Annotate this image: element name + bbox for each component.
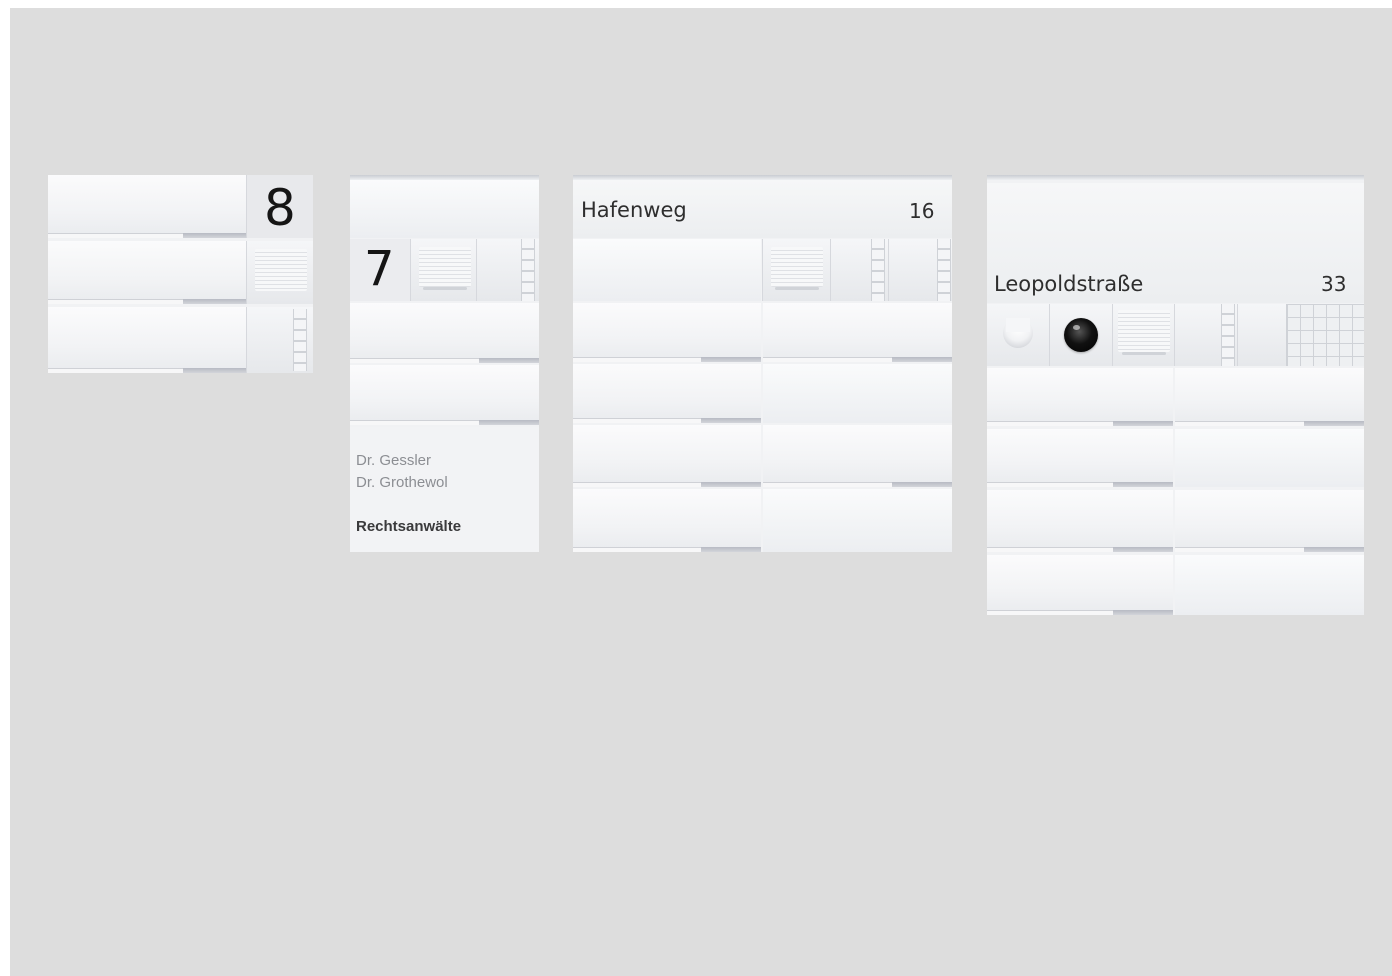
nameplate-3[interactable] (48, 307, 246, 373)
keypad-module (1174, 304, 1237, 366)
nameplate-1[interactable] (350, 303, 539, 363)
keypad-icon (937, 239, 951, 301)
keypad-grid-module (1237, 304, 1364, 366)
house-number: 8 (264, 179, 296, 237)
doorbell-panel-8: 8 (48, 175, 313, 373)
house-number: 33 (1321, 272, 1347, 296)
speaker-grille-icon (255, 249, 307, 291)
bell-button-r3[interactable] (1303, 547, 1364, 552)
nameplate-r1[interactable] (763, 303, 952, 362)
bell-button-l1[interactable] (1113, 421, 1173, 426)
nameplate-2[interactable] (350, 365, 539, 425)
keypad-icon (521, 239, 535, 301)
nameplate-l3[interactable] (573, 425, 761, 487)
bell-button-l4[interactable] (1113, 610, 1173, 615)
page-canvas: 8 7 Dr. Gessler Dr. Grothewol Rechtsanwä… (0, 0, 1392, 976)
keypad-grid-icon (1286, 304, 1364, 366)
blank-plate-r2 (1175, 429, 1364, 487)
bell-button-2[interactable] (182, 299, 246, 304)
speaker-module (762, 239, 830, 301)
bell-button-l2[interactable] (1113, 482, 1173, 487)
bell-button-2[interactable] (478, 420, 539, 425)
blank-plate (350, 180, 539, 238)
street-sign: Leopoldstraße 33 (987, 183, 1364, 303)
nameplate-l2[interactable] (987, 429, 1173, 487)
keypad-icon (293, 309, 307, 371)
bell-button-l1[interactable] (700, 357, 761, 362)
keypad-module (246, 307, 313, 373)
bell-button-l4[interactable] (700, 547, 761, 552)
nameplate-1[interactable] (48, 175, 246, 238)
bell-button-l2[interactable] (700, 418, 761, 423)
doorbell-panel-leopoldstrasse: Leopoldstraße 33 (987, 175, 1364, 615)
speaker-module (1112, 304, 1174, 366)
bell-button-r1[interactable] (891, 357, 952, 362)
top-rail (987, 175, 1364, 180)
nameplate-r3[interactable] (1175, 490, 1364, 552)
speaker-lip (423, 287, 467, 290)
house-number-module: 8 (246, 175, 313, 238)
speaker-grille-icon (419, 247, 471, 287)
speaker-grille-icon (771, 247, 823, 287)
nameplate-l1[interactable] (573, 303, 761, 362)
nameplate-l3[interactable] (987, 490, 1173, 552)
bell-button-3[interactable] (182, 368, 246, 373)
motion-sensor-icon (1003, 318, 1033, 348)
nameplate-l2[interactable] (573, 364, 761, 423)
name-line-2: Dr. Grothewol (356, 474, 448, 491)
blank-plate-r4 (763, 489, 952, 552)
speaker-module (410, 239, 476, 301)
house-number-module: 7 (350, 239, 410, 301)
speaker-lip (1122, 352, 1166, 355)
bell-button-r3[interactable] (891, 482, 952, 487)
bell-button-1[interactable] (182, 233, 246, 238)
nameplate-r3[interactable] (763, 425, 952, 487)
keypad-icon (871, 239, 885, 301)
nameplate-l4[interactable] (987, 555, 1173, 615)
street-sign: Hafenweg 16 (573, 180, 952, 238)
doorbell-panel-7: 7 Dr. Gessler Dr. Grothewol Rechtsanwält… (350, 175, 539, 552)
speaker-grille-icon (1118, 310, 1170, 352)
speaker-lip (775, 287, 819, 290)
street-name: Leopoldstraße (994, 272, 1144, 296)
name-sign: Dr. Gessler Dr. Grothewol Rechtsanwälte (350, 427, 539, 552)
nameplate-r1[interactable] (1175, 368, 1364, 426)
keypad-icon (1221, 304, 1235, 366)
doorbell-panel-hafenweg: Hafenweg 16 (573, 175, 952, 552)
keypad-module (830, 239, 888, 301)
camera-module (1049, 304, 1112, 366)
nameplate-2[interactable] (48, 241, 246, 304)
bell-button-l3[interactable] (1113, 547, 1173, 552)
keypad-module (476, 239, 539, 301)
camera-icon (1064, 318, 1098, 352)
house-number: 7 (364, 241, 395, 297)
blank-plate (573, 239, 761, 301)
keypad-module-2 (888, 239, 952, 301)
bell-button-r1[interactable] (1303, 421, 1364, 426)
street-name: Hafenweg (581, 198, 687, 222)
blank-plate-r2 (763, 364, 952, 423)
motion-sensor-module (987, 304, 1049, 366)
bell-button-l3[interactable] (700, 482, 761, 487)
name-line-1: Dr. Gessler (356, 452, 432, 469)
blank-plate-r4 (1175, 555, 1364, 615)
nameplate-l4[interactable] (573, 489, 761, 552)
firm-name: Rechtsanwälte (356, 518, 462, 535)
speaker-module (246, 241, 313, 304)
bell-button-1[interactable] (478, 358, 539, 363)
nameplate-l1[interactable] (987, 368, 1173, 426)
house-number: 16 (909, 199, 935, 223)
